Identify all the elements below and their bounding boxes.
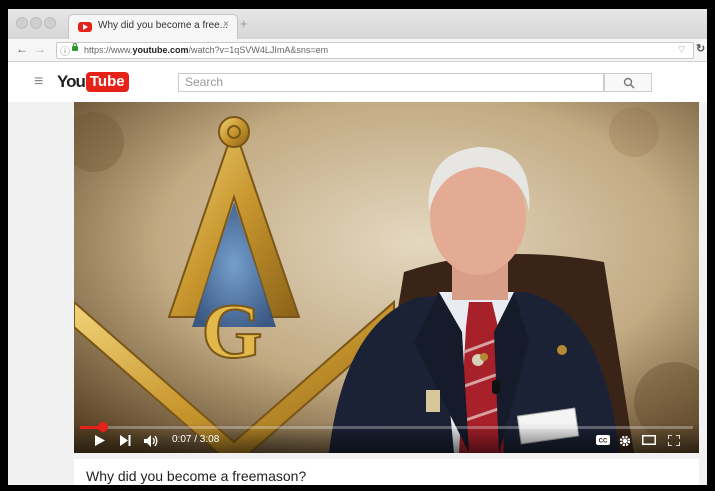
tab-title: Why did you become a free... bbox=[98, 20, 229, 31]
bookmark-icon[interactable]: ▽ bbox=[678, 44, 685, 55]
close-window-button[interactable] bbox=[16, 17, 28, 29]
minimize-window-button[interactable] bbox=[30, 17, 42, 29]
reload-icon[interactable]: ↻ bbox=[696, 42, 705, 55]
watch-page: G 0:07 / 3:08 CC Why did you become a fr… bbox=[8, 102, 707, 485]
logo-you-text: You bbox=[57, 72, 86, 91]
forward-arrow-icon[interactable]: → bbox=[34, 42, 46, 56]
settings-gear-icon[interactable] bbox=[619, 435, 631, 447]
video-title: Why did you become a freemason? bbox=[86, 468, 307, 484]
video-frame: G bbox=[74, 102, 699, 453]
url-text: https://www.youtube.com/watch?v=1qSVW4LJ… bbox=[84, 45, 329, 55]
address-bar[interactable]: ⓘ https://www.youtube.com/watch?v=1qSVW4… bbox=[56, 42, 694, 59]
svg-text:CC: CC bbox=[599, 439, 608, 445]
youtube-favicon-icon bbox=[78, 22, 92, 32]
hamburger-menu-icon[interactable]: ≡ bbox=[34, 73, 43, 91]
search-button[interactable] bbox=[604, 73, 652, 92]
play-icon[interactable] bbox=[94, 435, 105, 446]
info-icon[interactable]: ⓘ bbox=[60, 43, 70, 58]
captions-icon[interactable]: CC bbox=[596, 435, 610, 445]
tab-strip: Why did you become a free... × + bbox=[8, 9, 707, 40]
new-tab-button[interactable]: + bbox=[240, 16, 248, 31]
logo-tube-text: Tube bbox=[85, 72, 129, 92]
video-info: Why did you become a freemason? bbox=[74, 459, 699, 485]
volume-icon[interactable] bbox=[144, 435, 158, 447]
theater-mode-icon[interactable] bbox=[642, 435, 656, 445]
progress-scrubber[interactable] bbox=[97, 422, 108, 432]
search-icon bbox=[623, 77, 635, 89]
tab-close-icon[interactable]: × bbox=[223, 19, 229, 30]
next-icon[interactable] bbox=[120, 435, 131, 446]
youtube-logo[interactable]: You Tube bbox=[57, 72, 129, 92]
zoom-window-button[interactable] bbox=[44, 17, 56, 29]
player-controls: 0:07 / 3:08 CC bbox=[74, 422, 699, 453]
video-player[interactable]: G 0:07 / 3:08 CC bbox=[74, 102, 699, 453]
time-display: 0:07 / 3:08 bbox=[172, 434, 220, 445]
progress-bar[interactable] bbox=[80, 422, 693, 432]
search-input[interactable]: Search bbox=[178, 73, 604, 92]
browser-tab[interactable]: Why did you become a free... × bbox=[68, 14, 238, 40]
address-toolbar: ← → ⓘ https://www.youtube.com/watch?v=1q… bbox=[8, 39, 707, 62]
back-arrow-icon[interactable]: ← bbox=[16, 42, 28, 56]
lock-icon bbox=[72, 43, 78, 51]
fullscreen-icon[interactable] bbox=[668, 435, 680, 446]
svg-text:G: G bbox=[202, 287, 263, 374]
browser-window: Why did you become a free... × + ← → ⓘ h… bbox=[8, 9, 707, 485]
youtube-header: ≡ You Tube Search bbox=[8, 62, 707, 102]
